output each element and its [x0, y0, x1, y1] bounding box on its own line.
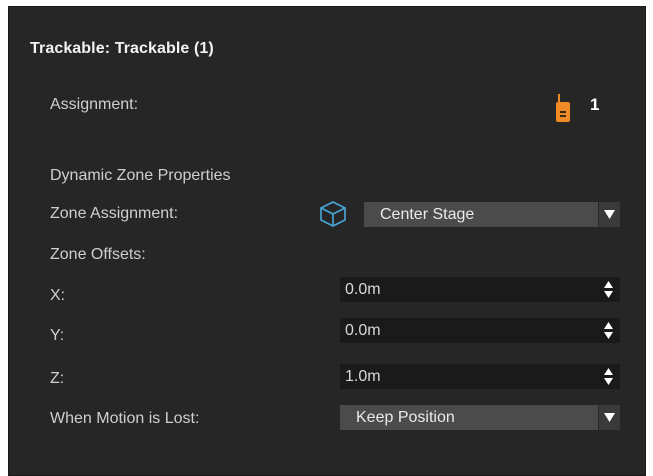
zone-assignment-dropdown[interactable]: Center Stage: [364, 202, 620, 227]
panel-title: Trackable: Trackable (1): [30, 40, 214, 57]
chevron-down-icon: [604, 413, 615, 422]
dropdown-arrow[interactable]: [598, 202, 620, 227]
motion-lost-dropdown[interactable]: Keep Position: [340, 405, 620, 430]
offset-z-stepper[interactable]: [598, 364, 620, 389]
cube-icon: [320, 201, 346, 227]
offset-y-label: Y:: [50, 327, 65, 344]
up-down-arrows-icon: [604, 322, 613, 339]
chevron-down-icon: [604, 210, 615, 219]
offset-x-value: 0.0m: [345, 281, 381, 298]
offset-z-label: Z:: [50, 370, 65, 387]
zone-offsets-label: Zone Offsets:: [50, 246, 146, 263]
motion-lost-label: When Motion is Lost:: [50, 410, 200, 427]
motion-lost-selected: Keep Position: [356, 409, 455, 426]
offset-y-field[interactable]: 0.0m: [340, 318, 620, 343]
up-down-arrows-icon: [604, 281, 613, 298]
assignment-label: Assignment:: [50, 96, 139, 113]
offset-z-field[interactable]: 1.0m: [340, 364, 620, 389]
offset-y-value: 0.0m: [345, 322, 381, 339]
dropdown-arrow[interactable]: [598, 405, 620, 430]
offset-x-field[interactable]: 0.0m: [340, 277, 620, 302]
dynamic-zone-section-label: Dynamic Zone Properties: [50, 167, 231, 184]
zone-assignment-selected: Center Stage: [380, 206, 475, 223]
assignment-value: 1: [590, 95, 600, 114]
offset-x-label: X:: [50, 287, 66, 304]
offset-x-stepper[interactable]: [598, 277, 620, 302]
up-down-arrows-icon: [604, 368, 613, 385]
offset-y-stepper[interactable]: [598, 318, 620, 343]
zone-assignment-label: Zone Assignment:: [50, 205, 179, 222]
handheld-tracker-icon: [556, 94, 570, 122]
offset-z-value: 1.0m: [345, 368, 381, 385]
